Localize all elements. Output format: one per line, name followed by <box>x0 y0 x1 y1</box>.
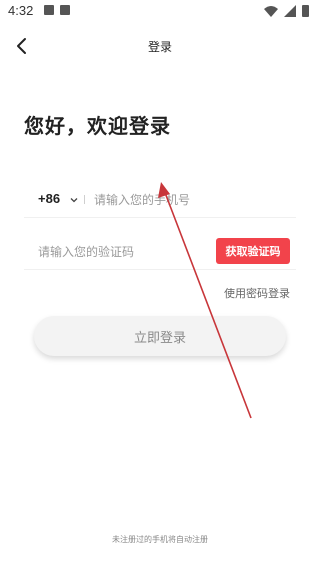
verification-row: 获取验证码 <box>24 234 296 270</box>
image-notification-icon <box>44 5 54 15</box>
a-notification-icon <box>60 5 70 15</box>
annotation-arrow <box>158 182 252 419</box>
phone-row: +86 <box>24 182 296 218</box>
phone-input[interactable] <box>94 190 294 210</box>
page-title: 登录 <box>147 40 172 54</box>
app-header: 登录 <box>0 28 320 64</box>
auto-register-note: 未注册过的手机将自动注册 <box>112 535 208 544</box>
wifi-icon <box>264 6 278 17</box>
get-code-button[interactable]: 获取验证码 <box>216 238 290 264</box>
login-button[interactable]: 立即登录 <box>34 316 286 356</box>
verification-code-input[interactable] <box>38 242 198 262</box>
arrow-shaft <box>163 189 252 419</box>
field-divider <box>84 195 85 204</box>
country-code-select[interactable]: +86 <box>38 191 60 206</box>
status-time: 4:32 <box>8 3 34 18</box>
battery-icon <box>302 5 309 17</box>
status-bar: 4:32 <box>0 0 320 24</box>
status-icons <box>264 5 309 17</box>
password-login-link[interactable]: 使用密码登录 <box>224 285 290 301</box>
chevron-down-icon[interactable] <box>69 195 79 205</box>
welcome-heading: 您好，欢迎登录 <box>24 114 171 138</box>
signal-icon <box>284 5 296 17</box>
